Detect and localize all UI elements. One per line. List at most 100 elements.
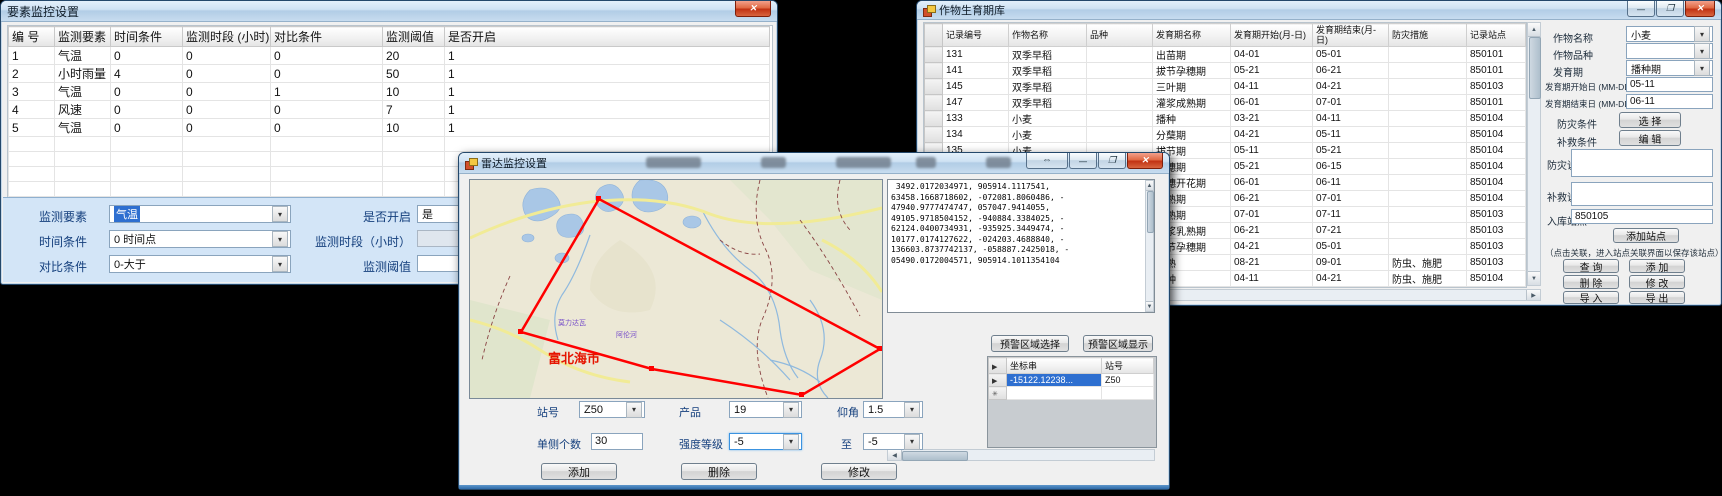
table-row[interactable]: 5气温000101 [9, 119, 770, 137]
close-button[interactable] [735, 1, 771, 17]
remedy-desc-textarea[interactable] [1571, 182, 1713, 206]
remedy-edit-button[interactable]: 编 辑 [1619, 130, 1681, 146]
column-header[interactable]: 防灾措施 [1389, 24, 1467, 47]
coords-vscrollbar[interactable]: ▲ ▼ [1145, 180, 1154, 312]
crop-window-titlebar[interactable]: 作物生育期库 [917, 1, 1721, 20]
add-button[interactable]: 添 加 [1629, 259, 1685, 273]
time-condition-label: 时间条件 [39, 233, 87, 250]
table-row[interactable]: 147双季早稻灌浆成熟期06-0107-01850101 [925, 95, 1526, 111]
modify-button[interactable]: 修 改 [1629, 275, 1685, 289]
table-row[interactable]: 2小时雨量400501 [9, 65, 770, 83]
table-cell [1087, 79, 1153, 95]
scroll-down-icon[interactable]: ▼ [1146, 301, 1153, 311]
scroll-up-icon[interactable]: ▲ [1528, 23, 1540, 37]
table-cell: 850103 [1467, 79, 1526, 95]
table-row[interactable]: 133小麦播种03-2104-11850104 [925, 111, 1526, 127]
table-row[interactable]: 145双季早稻三叶期04-1104-21850103 [925, 79, 1526, 95]
table-row[interactable]: 134小麦分蘖期04-2105-11850104 [925, 127, 1526, 143]
intensity-select[interactable]: -5 [729, 433, 802, 450]
warning-area-display-button[interactable]: 预警区域显示 [1083, 335, 1153, 352]
dock-button[interactable] [1026, 153, 1068, 169]
stage-select[interactable]: 播种期 [1626, 60, 1713, 76]
scroll-left-icon[interactable]: ◀ [888, 450, 902, 460]
scroll-up-icon[interactable]: ▲ [1146, 181, 1153, 191]
coordinates-text: 3492.0172034971, 905914.1117541, 63458.1… [891, 182, 1151, 266]
stage-start-field[interactable]: 05-11 [1626, 77, 1713, 92]
table-row[interactable]: 141双季早稻拔节孕穗期05-2106-21850101 [925, 63, 1526, 79]
scroll-thumb[interactable] [1147, 191, 1154, 233]
minimize-button[interactable] [1069, 153, 1097, 169]
scroll-down-icon[interactable]: ▼ [1528, 271, 1540, 285]
column-header[interactable]: 记录站点 [1467, 24, 1526, 47]
column-header[interactable]: 发育期结束(月-日) [1313, 24, 1389, 47]
column-header[interactable]: 站号 [1102, 358, 1154, 374]
variety-select[interactable] [1626, 43, 1713, 59]
table-cell: 850103 [1467, 239, 1526, 255]
table-cell: 气温 [55, 47, 111, 65]
column-header[interactable]: 监测时段 (小时) [183, 27, 271, 47]
column-header[interactable]: 品种 [1087, 24, 1153, 47]
scroll-thumb[interactable] [1529, 37, 1541, 99]
warning-area-select-button[interactable]: 预警区域选择 [991, 335, 1069, 352]
maximize-button[interactable] [1656, 1, 1684, 17]
query-button[interactable]: 查 询 [1563, 259, 1619, 273]
column-header[interactable]: 时间条件 [111, 27, 183, 47]
close-button[interactable] [1685, 1, 1715, 17]
modify-button[interactable]: 修改 [821, 463, 897, 480]
crop-table-vscrollbar[interactable]: ▲ ▼ [1527, 22, 1541, 286]
crop-name-select[interactable]: 小麦 [1626, 26, 1713, 42]
blurred-menu-item [836, 157, 891, 168]
table-cell [1389, 63, 1467, 79]
maximize-button[interactable] [1098, 153, 1126, 169]
minimize-button[interactable] [1627, 1, 1655, 17]
column-header[interactable]: 发育期名称 [1153, 24, 1231, 47]
add-station-button[interactable]: 添加站点 [1613, 228, 1679, 243]
stage-end-field[interactable]: 06-11 [1626, 94, 1713, 109]
close-button[interactable] [1127, 153, 1163, 169]
prevent-select-button[interactable]: 选 择 [1619, 112, 1681, 128]
table-row[interactable]: -15122.12238...Z50 [989, 374, 1154, 387]
close-icon [749, 3, 757, 14]
table-row[interactable]: 1气温000201 [9, 47, 770, 65]
column-header[interactable]: 作物名称 [1009, 24, 1087, 47]
time-condition-select[interactable]: 0 时间点 [109, 230, 291, 248]
table-cell: 850103 [1467, 287, 1526, 289]
scroll-thumb[interactable] [902, 451, 968, 461]
station-no-label: 站号 [537, 404, 559, 420]
export-button[interactable]: 导 出 [1629, 291, 1685, 304]
column-header[interactable]: 是否开启 [445, 27, 770, 47]
add-button[interactable]: 添加 [541, 463, 617, 480]
station-no-select[interactable]: Z50 [579, 401, 645, 418]
elevation-select[interactable]: 1.5 [863, 401, 923, 418]
table-row[interactable]: 4风速00071 [9, 101, 770, 119]
product-select[interactable]: 19 [729, 401, 802, 418]
table-cell: 双季早稻 [1009, 63, 1087, 79]
table-cell: 03-21 [1231, 111, 1313, 127]
column-header[interactable]: 监测要素 [55, 27, 111, 47]
radar-window-titlebar[interactable]: 雷达监控设置 [459, 153, 1169, 174]
element-monitor-titlebar[interactable]: 要素监控设置 [1, 1, 777, 22]
prevent-desc-textarea[interactable] [1571, 149, 1713, 177]
radar-hscrollbar[interactable]: ◀ [887, 449, 1155, 461]
import-button[interactable]: 导 入 [1563, 291, 1619, 304]
delete-button[interactable]: 删 除 [1563, 275, 1619, 289]
table-row[interactable]: 131双季早稻出苗期04-0105-01850101 [925, 47, 1526, 63]
table-cell: 20 [383, 47, 445, 65]
scroll-right-icon[interactable]: ▶ [1526, 290, 1540, 300]
table-row[interactable]: 3气温001101 [9, 83, 770, 101]
column-header[interactable]: 发育期开始(月-日) [1231, 24, 1313, 47]
column-header[interactable]: 对比条件 [271, 27, 383, 47]
monitor-element-select[interactable]: 气温 [109, 205, 291, 223]
table-row[interactable] [989, 387, 1154, 400]
compare-condition-select[interactable]: 0-大于 [109, 255, 291, 273]
column-header[interactable]: 编 号 [9, 27, 55, 47]
column-header[interactable]: 监测阈值 [383, 27, 445, 47]
column-header[interactable]: 坐标串 [1007, 358, 1102, 374]
station-field[interactable]: 850105 [1571, 209, 1713, 224]
intensity-to-select[interactable]: -5 [863, 433, 923, 450]
polygon-coordinates-box[interactable]: 3492.0172034971, 905914.1117541, 63458.1… [887, 179, 1155, 313]
warning-area-map[interactable]: 莫力达瓦 阿伦河 富北海市 [469, 179, 883, 399]
side-count-field[interactable]: 30 [591, 433, 643, 450]
delete-button[interactable]: 删除 [681, 463, 757, 480]
column-header[interactable]: 记录编号 [943, 24, 1009, 47]
